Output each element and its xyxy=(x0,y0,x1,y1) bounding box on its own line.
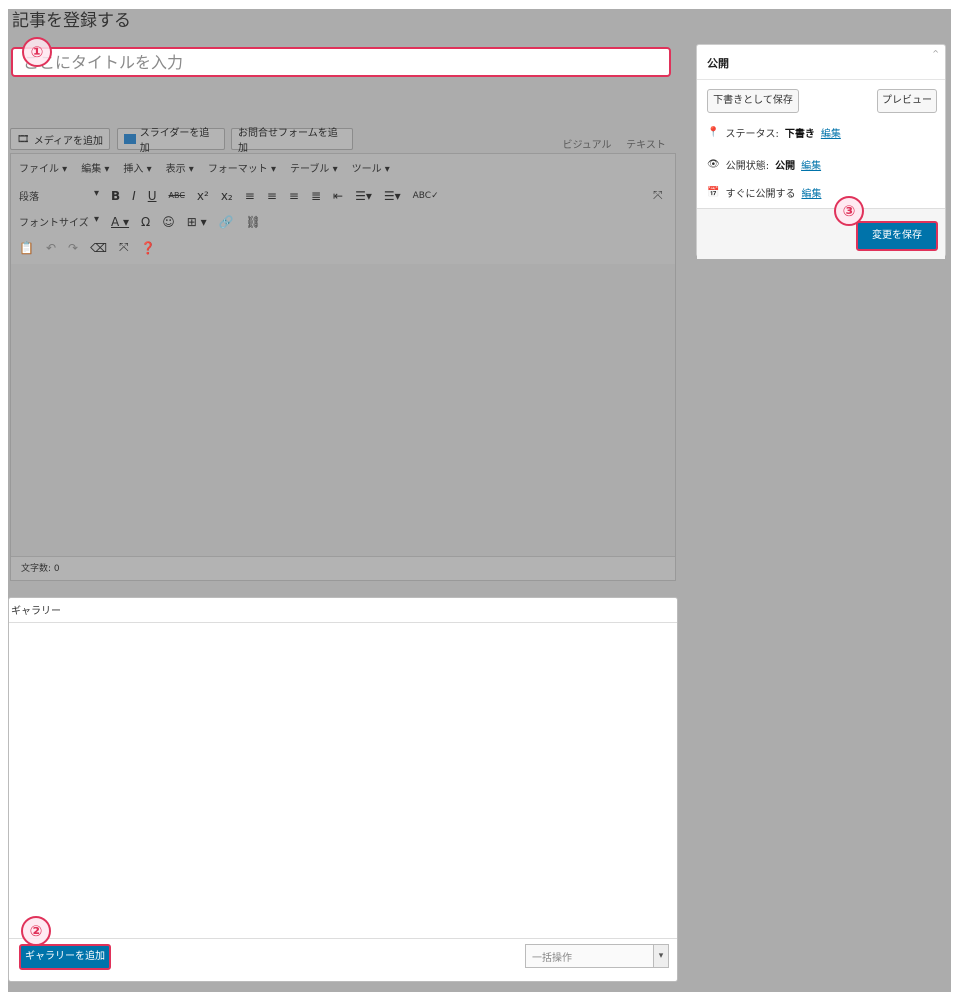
bulk-action-select[interactable]: 一括操作 ▾ xyxy=(525,944,669,968)
unlink-icon[interactable]: ⛓ xyxy=(246,215,261,229)
menu-insert[interactable]: 挿入 ▾ xyxy=(123,160,151,175)
preview-button[interactable]: プレビュー xyxy=(877,89,937,113)
align-left-icon[interactable]: ≡ xyxy=(245,189,255,203)
edit-visibility-link[interactable]: 編集 xyxy=(801,157,821,172)
gallery-divider xyxy=(9,622,677,623)
eye-icon: 👁 xyxy=(707,159,720,170)
justify-icon[interactable]: ≣ xyxy=(311,189,321,203)
eraser-icon[interactable]: ⌫ xyxy=(90,241,107,255)
menu-view[interactable]: 表示 ▾ xyxy=(166,160,194,175)
publish-divider xyxy=(697,79,945,80)
toolbar-row-1: 段落 ▾ B I U ABC x² x₂ ≡ ≡ ≡ ≣ ⇤ ☰▾ ☰▾ ABC✓ xyxy=(19,188,439,203)
annotation-marker-2: ② xyxy=(21,916,51,946)
paragraph-select[interactable]: 段落 ▾ xyxy=(19,188,99,203)
table-icon[interactable]: ⊞ ▾ xyxy=(187,215,207,229)
add-contact-form-button[interactable]: お問合せフォームを追加 xyxy=(231,128,353,154)
chevron-down-icon: ▾ xyxy=(653,945,668,967)
publish-schedule-row: 📅 すぐに公開する 編集 xyxy=(707,185,822,200)
title-input-wrapper[interactable] xyxy=(11,47,671,77)
publish-panel: 公開 ^ 下書きとして保存 プレビュー 📍 ステータス: 下書き 編集 👁 公開… xyxy=(696,44,946,259)
link-icon[interactable]: 🔗 xyxy=(219,215,234,229)
add-gallery-button[interactable]: ギャラリーを追加 xyxy=(19,944,111,970)
edit-schedule-link[interactable]: 編集 xyxy=(801,185,821,200)
tab-text[interactable]: テキスト xyxy=(620,131,672,155)
calendar-icon: 📅 xyxy=(707,187,720,198)
align-right-icon[interactable]: ≡ xyxy=(289,189,299,203)
menu-file[interactable]: ファイル ▾ xyxy=(19,160,67,175)
collapse-icon[interactable]: ^ xyxy=(932,49,939,58)
fullscreen-icon[interactable]: ⤧ xyxy=(653,188,663,203)
strikethrough-icon[interactable]: ABC xyxy=(169,191,185,200)
media-icon: 🎞 xyxy=(17,133,30,145)
image-icon xyxy=(124,134,136,144)
edit-status-link[interactable]: 編集 xyxy=(821,125,841,140)
editor: ファイル ▾ 編集 ▾ 挿入 ▾ 表示 ▾ フォーマット ▾ テーブル ▾ ツー… xyxy=(10,153,676,581)
tab-visual[interactable]: ビジュアル xyxy=(560,131,614,155)
redo-icon[interactable]: ↷ xyxy=(68,241,78,255)
superscript-icon[interactable]: x² xyxy=(197,189,209,203)
numbered-list-icon[interactable]: ☰▾ xyxy=(384,189,401,203)
menu-format[interactable]: フォーマット ▾ xyxy=(208,160,276,175)
add-slider-button[interactable]: スライダーを追加 xyxy=(117,128,225,154)
editor-content[interactable] xyxy=(11,264,675,556)
omega-icon[interactable]: Ω xyxy=(141,215,150,229)
chevron-down-icon: ▾ xyxy=(93,214,99,225)
text-color-icon[interactable]: A ▾ xyxy=(111,215,129,229)
save-changes-button[interactable]: 変更を保存 xyxy=(856,221,938,251)
menu-tools[interactable]: ツール ▾ xyxy=(352,160,390,175)
emoji-icon[interactable]: ☺ xyxy=(162,215,175,229)
gallery-title: ギャラリー xyxy=(11,606,61,617)
toolbar-row-2: フォントサイズ ▾ A ▾ Ω ☺ ⊞ ▾ 🔗 ⛓ xyxy=(19,214,261,229)
help-icon[interactable]: ❓ xyxy=(141,241,156,255)
outdent-icon[interactable]: ⇤ xyxy=(333,189,343,203)
chevron-down-icon: ▾ xyxy=(93,188,99,199)
bold-icon[interactable]: B xyxy=(111,189,120,203)
publish-title: 公開 xyxy=(707,57,729,70)
gallery-panel: ギャラリー ギャラリーを追加 一括操作 ▾ xyxy=(8,597,678,982)
pin-icon: 📍 xyxy=(707,127,720,138)
toolbar-row-3: 📋 ↶ ↷ ⌫ ⤧ ❓ xyxy=(19,240,156,255)
publish-visibility-row: 👁 公開状態: 公開 編集 xyxy=(707,157,822,172)
fullscreen-icon[interactable]: ⤧ xyxy=(119,240,129,255)
underline-icon[interactable]: U xyxy=(148,189,157,203)
page-title: 記事を登録する xyxy=(12,11,131,31)
visibility-value: 公開 xyxy=(775,161,796,172)
save-draft-button[interactable]: 下書きとして保存 xyxy=(707,89,799,113)
editor-toolbar: ファイル ▾ 編集 ▾ 挿入 ▾ 表示 ▾ フォーマット ▾ テーブル ▾ ツー… xyxy=(11,154,675,265)
gallery-divider xyxy=(9,938,677,939)
add-media-button[interactable]: 🎞 メディアを追加 xyxy=(10,128,110,150)
status-value: 下書き xyxy=(784,129,815,140)
word-count: 文字数: 0 xyxy=(11,556,675,580)
bullet-list-icon[interactable]: ☰▾ xyxy=(355,189,372,203)
undo-icon[interactable]: ↶ xyxy=(46,241,56,255)
publish-status-row: 📍 ステータス: 下書き 編集 xyxy=(707,125,841,140)
menu-edit[interactable]: 編集 ▾ xyxy=(81,160,109,175)
italic-icon[interactable]: I xyxy=(132,189,136,203)
title-input[interactable] xyxy=(13,49,669,75)
align-center-icon[interactable]: ≡ xyxy=(267,189,277,203)
annotation-marker-3: ③ xyxy=(834,196,864,226)
spellcheck-icon[interactable]: ABC✓ xyxy=(413,191,439,201)
subscript-icon[interactable]: x₂ xyxy=(221,189,233,203)
editor-menubar: ファイル ▾ 編集 ▾ 挿入 ▾ 表示 ▾ フォーマット ▾ テーブル ▾ ツー… xyxy=(19,160,390,175)
menu-table[interactable]: テーブル ▾ xyxy=(290,160,338,175)
font-size-select[interactable]: フォントサイズ ▾ xyxy=(19,214,99,229)
paste-icon[interactable]: 📋 xyxy=(19,241,34,255)
annotation-marker-1: ① xyxy=(22,37,52,67)
